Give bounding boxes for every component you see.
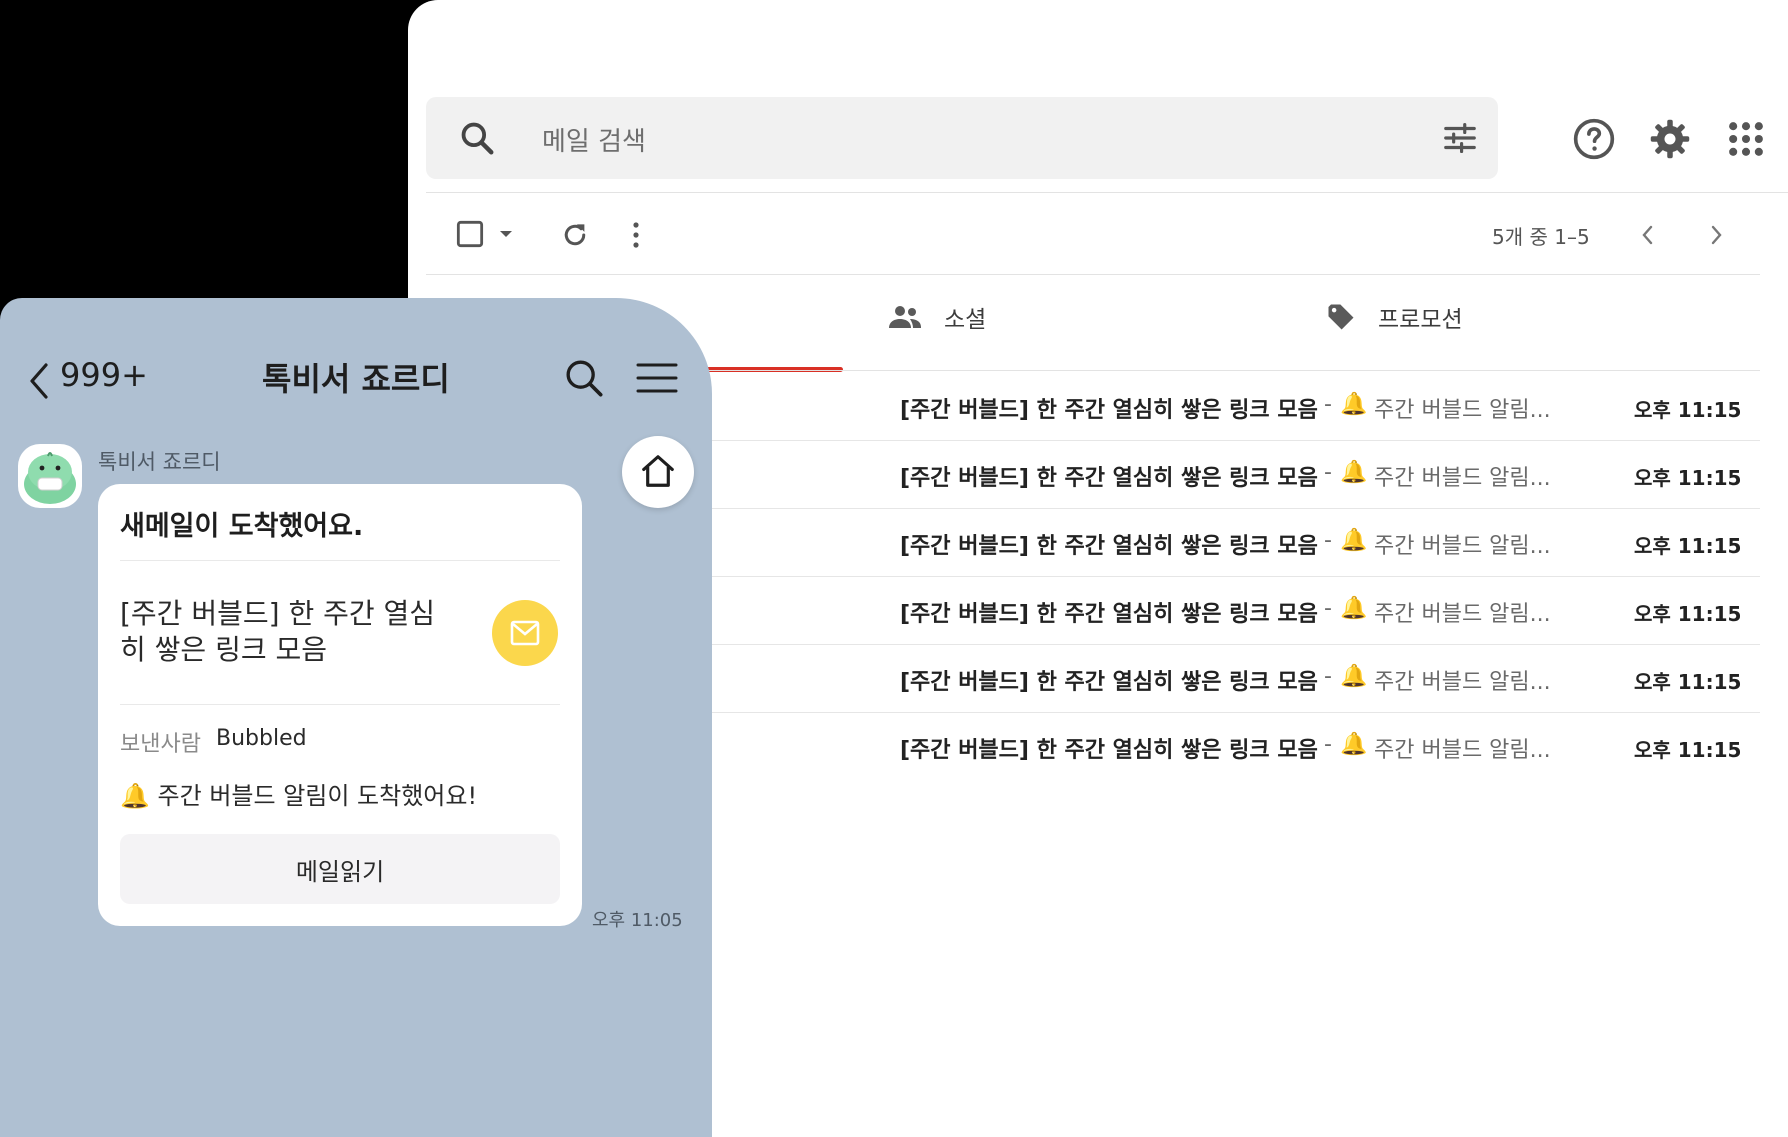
chevron-left-icon[interactable] — [1640, 224, 1654, 246]
sender-name: 톡비서 죠르디 — [98, 450, 221, 474]
separator: - — [1324, 392, 1332, 417]
help-icon[interactable] — [1572, 117, 1616, 161]
notice-text: 🔔 주간 버블드 알림이 도착했어요! — [120, 776, 477, 811]
mail-time: 오후 11:15 — [1634, 738, 1742, 762]
divider — [120, 560, 560, 561]
tab-promotions[interactable]: 프로모션 — [1326, 300, 1463, 334]
unread-count[interactable]: 999+ — [60, 356, 148, 394]
bell-icon: 🔔 — [1340, 596, 1368, 621]
home-icon — [642, 455, 674, 487]
mail-snippet: 주간 버블드 알림... — [1374, 398, 1551, 423]
separator: - — [1324, 460, 1332, 485]
avatar[interactable] — [18, 444, 82, 508]
divider — [426, 192, 1788, 193]
divider — [120, 704, 560, 705]
mail-snippet: 주간 버블드 알림... — [1374, 602, 1551, 627]
bell-icon: 🔔 — [1340, 528, 1368, 553]
mail-snippet: 주간 버블드 알림... — [1374, 534, 1551, 559]
mail-subject: [주간 버블드] 한 주간 열심히 쌓은 링크 모음 — [900, 602, 1318, 627]
bell-icon: 🔔 — [1340, 664, 1368, 689]
tab-social-label: 소셜 — [944, 307, 987, 333]
chevron-down-icon[interactable] — [498, 228, 514, 240]
message-bubble: 새메일이 도착했어요. [주간 버블드] 한 주간 열심히 쌓은 링크 모음 보… — [98, 484, 582, 926]
mail-time: 오후 11:15 — [1634, 602, 1742, 626]
bell-icon: 🔔 — [1340, 460, 1368, 485]
from-label: 보낸사람 — [120, 732, 201, 757]
mail-subject: [주간 버블드] 한 주간 열심히 쌓은 링크 모음 — [900, 670, 1318, 695]
mail-subject: [주간 버블드] 한 주간 열심히 쌓은 링크 모음 — [900, 466, 1318, 491]
bell-icon: 🔔 — [1340, 392, 1368, 417]
from-name: Bubbled — [216, 726, 307, 751]
mail-subject: [주간 버블드] 한 주간 열심히 쌓은 링크 모음 — [900, 534, 1318, 559]
bubble-title: 새메일이 도착했어요. — [120, 511, 364, 542]
select-all-checkbox[interactable] — [456, 220, 484, 248]
home-button[interactable] — [622, 436, 694, 508]
separator: - — [1324, 528, 1332, 553]
back-arrow-icon[interactable] — [28, 362, 50, 400]
more-vert-icon[interactable] — [630, 220, 642, 250]
mail-time: 오후 11:15 — [1634, 398, 1742, 422]
chat-window: 999+ 톡비서 죠르디 톡비서 죠르디 새메일이 도착했어요. [주간 버블드… — [0, 298, 712, 1137]
tab-promotions-label: 프로모션 — [1378, 307, 1463, 333]
mail-subject: [주간 버블드] 한 주간 열심히 쌓은 링크 모음 — [900, 398, 1318, 423]
divider — [426, 274, 1760, 275]
mail-time: 오후 11:15 — [1634, 466, 1742, 490]
bell-icon: 🔔 — [1340, 732, 1368, 757]
menu-icon[interactable] — [636, 362, 678, 394]
notice-label: 주간 버블드 알림이 도착했어요! — [157, 782, 478, 810]
mail-snippet: 주간 버블드 알림... — [1374, 466, 1551, 491]
mail-time: 오후 11:15 — [1634, 534, 1742, 558]
chevron-right-icon[interactable] — [1710, 224, 1724, 246]
apps-grid-icon[interactable] — [1724, 117, 1768, 161]
mail-badge — [492, 600, 558, 666]
tag-icon — [1328, 304, 1354, 330]
chat-title: 톡비서 죠르디 — [262, 360, 450, 398]
envelope-icon — [510, 620, 540, 646]
settings-icon[interactable] — [1648, 117, 1692, 161]
jordy-avatar-icon — [24, 452, 76, 504]
refresh-icon[interactable] — [560, 220, 590, 250]
search-icon[interactable] — [458, 119, 496, 157]
pagination-text: 5개 중 1–5 — [1492, 225, 1590, 249]
bell-icon: 🔔 — [120, 782, 150, 810]
mail-subject: [주간 버블드] 한 주간 열심히 쌓은 링크 모음 — [900, 738, 1318, 763]
people-icon — [889, 306, 921, 328]
separator: - — [1324, 664, 1332, 689]
read-mail-button[interactable]: 메일읽기 — [120, 834, 560, 904]
mail-snippet: 주간 버블드 알림... — [1374, 738, 1551, 763]
search-icon[interactable] — [564, 358, 604, 398]
mail-subject: [주간 버블드] 한 주간 열심히 쌓은 링크 모음 — [120, 597, 436, 666]
mail-search-bar[interactable]: 메일 검색 — [426, 97, 1498, 179]
mail-snippet: 주간 버블드 알림... — [1374, 670, 1551, 695]
search-options-icon[interactable] — [1441, 119, 1479, 157]
mail-time: 오후 11:15 — [1634, 670, 1742, 694]
tab-social[interactable]: 소셜 — [888, 300, 986, 334]
search-input[interactable]: 메일 검색 — [542, 121, 646, 158]
message-timestamp: 오후 11:05 — [592, 910, 683, 931]
separator: - — [1324, 732, 1332, 757]
separator: - — [1324, 596, 1332, 621]
